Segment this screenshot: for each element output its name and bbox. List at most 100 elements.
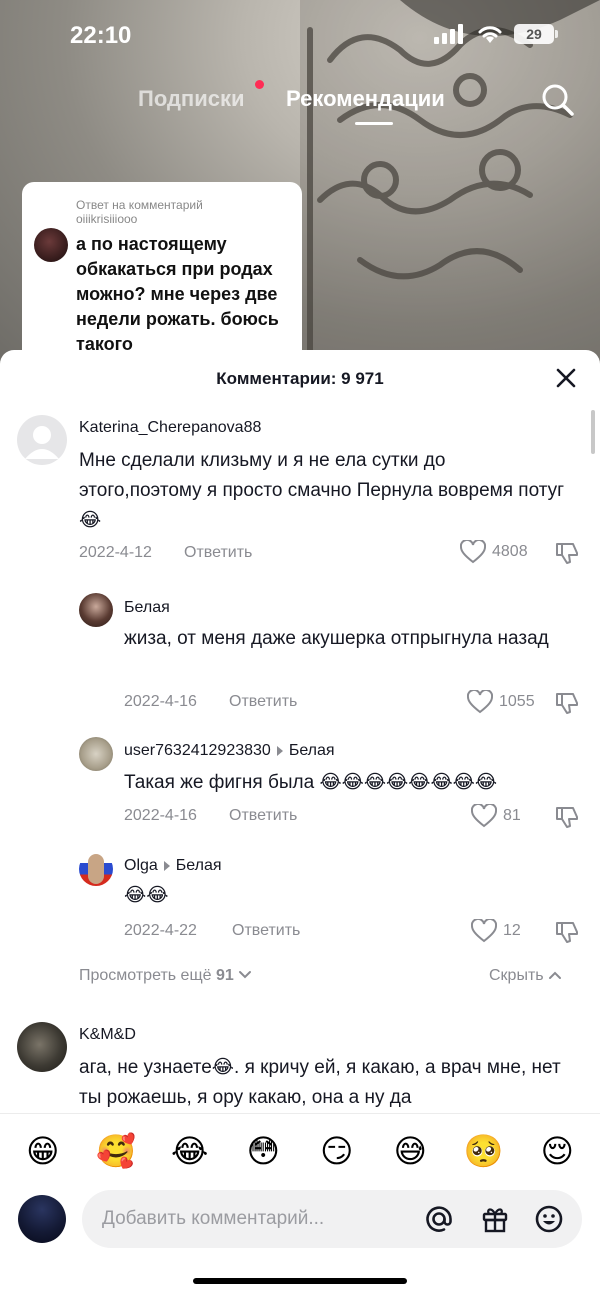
avatar[interactable] <box>79 852 113 886</box>
reply-meta: 2022-4-16 Ответить <box>124 807 524 831</box>
chevron-up-icon <box>549 971 562 979</box>
like-count: 4808 <box>492 543 528 560</box>
emoji-hearts-button[interactable]: 🥰 <box>91 1126 141 1176</box>
reply-button[interactable]: Ответить <box>184 544 252 562</box>
dislike-icon[interactable] <box>554 919 580 945</box>
reply-item: user7632412923830 Белая Такая же фигня б… <box>0 737 600 837</box>
like-button[interactable]: 4808 <box>460 540 528 564</box>
reply-text: жиза, от меня даже акушерка отпрыгнула н… <box>124 628 549 649</box>
reply-to-username[interactable]: Белая <box>176 857 222 875</box>
emoji-pleading-button[interactable]: 🥺 <box>459 1126 509 1176</box>
dislike-icon[interactable] <box>554 690 580 716</box>
like-button[interactable]: 81 <box>471 804 521 828</box>
avatar[interactable] <box>17 1022 67 1072</box>
view-more-label: Просмотреть ещё <box>79 967 212 984</box>
heart-icon <box>471 804 497 828</box>
avatar[interactable] <box>79 737 113 771</box>
comment-text: Мне сделали клизьму и я не ела сутки до … <box>79 450 565 531</box>
dislike-icon[interactable] <box>554 540 580 566</box>
tab-following[interactable]: Подписки <box>138 86 245 112</box>
battery-icon: 29 <box>514 24 558 44</box>
reply-card-text: а по настоящему обкакаться при родах мож… <box>76 234 279 354</box>
reply-text: 😂😂 <box>124 885 169 906</box>
avatar[interactable] <box>79 593 113 627</box>
signal-icon <box>434 24 463 44</box>
close-icon[interactable] <box>554 366 578 390</box>
emoji-grin-button[interactable]: 😁 <box>18 1126 68 1176</box>
comment-username[interactable]: K&M&D <box>79 1026 136 1044</box>
reply-card-username: oiiikrisiiiooo <box>76 212 138 226</box>
reply-meta: 2022-4-22 Ответить <box>124 922 524 946</box>
reply-header: Olga Белая <box>124 857 222 875</box>
reply-button[interactable]: Ответить <box>229 693 297 711</box>
avatar[interactable] <box>17 415 67 465</box>
heart-icon <box>467 690 493 714</box>
reply-username[interactable]: Белая <box>124 599 170 617</box>
quick-emoji-bar: 😁 🥰 😂 😳 😏 😅 🥺 😌 <box>0 1126 600 1176</box>
chevron-down-icon <box>239 971 252 979</box>
reply-meta: 2022-4-16 Ответить <box>124 693 524 717</box>
battery-level: 29 <box>526 26 542 42</box>
status-bar: 22:10 29 <box>0 0 600 70</box>
reply-card-caption: Ответ на комментарий <box>76 198 203 212</box>
reply-username[interactable]: Olga <box>124 857 158 875</box>
heart-icon <box>460 540 486 564</box>
home-indicator[interactable] <box>193 1278 407 1284</box>
reply-button[interactable]: Ответить <box>229 807 297 825</box>
heart-icon <box>471 919 497 943</box>
notification-dot <box>255 80 264 89</box>
my-avatar[interactable] <box>18 1195 66 1243</box>
like-count: 1055 <box>499 693 535 710</box>
dislike-icon[interactable] <box>554 804 580 830</box>
reply-item: Olga Белая 😂😂 2022-4-22 Ответить 12 <box>0 852 600 952</box>
hide-replies-button[interactable]: Скрыть <box>489 967 562 985</box>
reply-arrow-icon <box>163 861 170 871</box>
hide-label: Скрыть <box>489 967 544 984</box>
reply-date: 2022-4-22 <box>124 922 197 939</box>
wifi-icon <box>478 26 502 43</box>
like-button[interactable]: 12 <box>471 919 521 943</box>
comment-input-placeholder: Добавить комментарий... <box>102 1208 325 1229</box>
comment-username[interactable]: Katerina_Cherepanova88 <box>79 419 261 437</box>
tab-for-you[interactable]: Рекомендации <box>286 86 445 112</box>
reply-username[interactable]: user7632412923830 <box>124 742 271 760</box>
reply-arrow-icon <box>276 746 283 756</box>
gift-icon[interactable] <box>480 1204 510 1234</box>
comment-input[interactable]: Добавить комментарий... <box>82 1190 582 1248</box>
comment-item: K&M&D ага, не узнаете😂. я кричу ей, я ка… <box>0 1020 600 1120</box>
comment-text: ага, не узнаете😂. я кричу ей, я какаю, а… <box>79 1057 561 1108</box>
reply-to-comment-card[interactable]: Ответ на комментарий oiiikrisiiiooo а по… <box>22 182 302 362</box>
emoji-flushed-button[interactable]: 😳 <box>238 1126 288 1176</box>
top-tabs: Подписки Рекомендации <box>0 80 600 126</box>
reply-date: 2022-4-16 <box>124 807 197 824</box>
reply-button[interactable]: Ответить <box>232 922 300 940</box>
emoji-joy-button[interactable]: 😂 <box>165 1126 215 1176</box>
emoji-smirk-button[interactable]: 😏 <box>312 1126 362 1176</box>
avatar-photo <box>88 854 104 884</box>
emoji-relieved-button[interactable]: 😌 <box>532 1126 582 1176</box>
status-time: 22:10 <box>70 22 132 49</box>
comment-composer: 😁 🥰 😂 😳 😏 😅 🥺 😌 Добавить комментарий... <box>0 1113 600 1297</box>
reply-text: Такая же фигня была 😂😂😂😂😂😂😂😂 <box>124 772 498 793</box>
emoji-sweat-smile-button[interactable]: 😅 <box>385 1126 435 1176</box>
comments-header: Комментарии: 9 971 <box>0 350 600 410</box>
reply-to-username[interactable]: Белая <box>289 742 335 760</box>
default-avatar-icon <box>25 426 59 459</box>
active-tab-indicator <box>355 122 393 125</box>
reply-item: Белая жиза, от меня даже акушерка отпрыг… <box>0 593 600 716</box>
view-more-replies-button[interactable]: Просмотреть ещё 91 <box>79 967 252 985</box>
comments-title: Комментарии: 9 971 <box>216 369 384 388</box>
reply-date: 2022-4-16 <box>124 693 197 710</box>
reply-card-avatar <box>34 228 68 262</box>
status-icons: 29 <box>434 24 558 44</box>
like-count: 81 <box>503 807 521 824</box>
comment-date: 2022-4-12 <box>79 544 152 561</box>
at-icon[interactable] <box>424 1204 454 1234</box>
like-button[interactable]: 1055 <box>467 690 535 714</box>
comment-item: Katerina_Cherepanova88 Мне сделали клизь… <box>0 410 600 575</box>
search-icon[interactable] <box>540 82 576 118</box>
emoji-icon[interactable] <box>534 1204 564 1234</box>
reply-header: user7632412923830 Белая <box>124 742 335 760</box>
video-background[interactable]: 22:10 29 Подписки Рекомендации Ответ на … <box>0 0 600 380</box>
view-more-count: 91 <box>215 967 234 984</box>
